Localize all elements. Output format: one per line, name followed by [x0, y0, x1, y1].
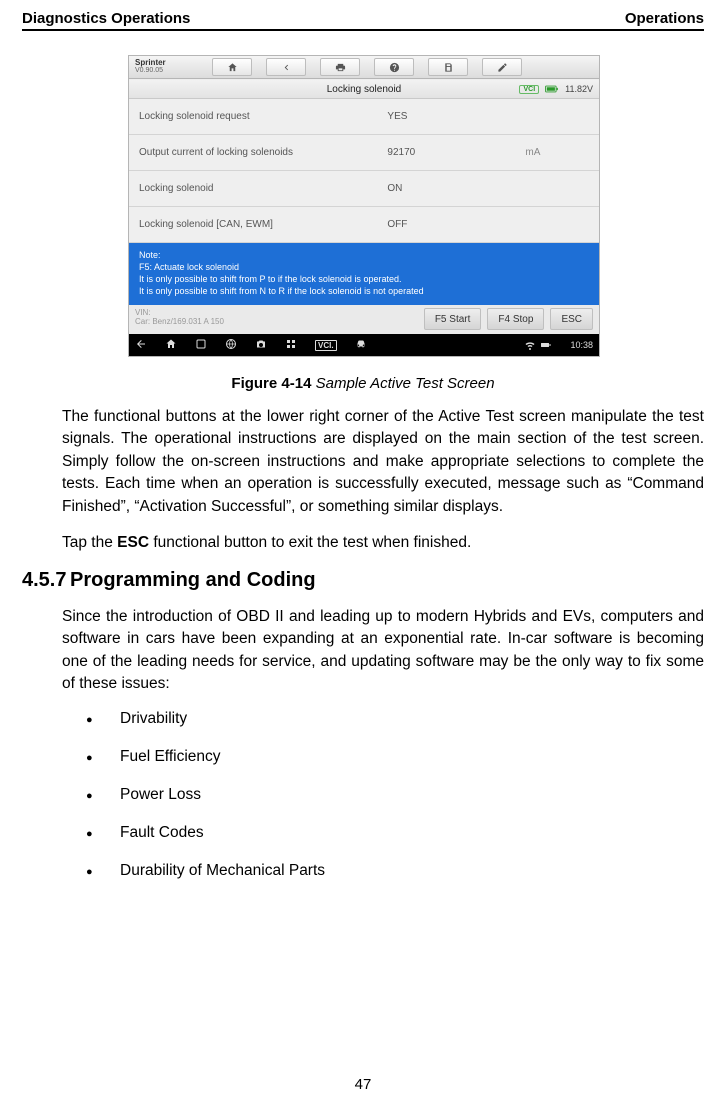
body-paragraph-2: Tap the ESC functional button to exit th… — [62, 532, 704, 554]
nav-home-icon[interactable] — [165, 338, 177, 353]
row-value: ON — [387, 183, 525, 194]
battery-status-icon — [540, 339, 552, 351]
nav-car-icon[interactable] — [355, 338, 367, 353]
note-panel: Note: F5: Actuate lock solenoid It is on… — [129, 243, 599, 305]
data-row: Locking solenoid ON — [129, 171, 599, 207]
vehicle-brand: Sprinter V0.90.05 — [129, 59, 203, 75]
bullet-item: Durability of Mechanical Parts — [86, 862, 704, 882]
help-icon[interactable] — [374, 58, 414, 76]
row-label: Locking solenoid — [129, 183, 387, 194]
status-icons — [524, 339, 552, 351]
brand-name: Sprinter — [135, 59, 203, 67]
section-number: 4.5.7 — [22, 569, 70, 592]
nav-vci-icon[interactable]: VCI. — [315, 340, 337, 351]
toolbar-icons — [203, 58, 531, 76]
para2-bold: ESC — [117, 534, 149, 551]
bullet-item: Fuel Efficiency — [86, 748, 704, 768]
device-screen: Sprinter V0.90.05 Locking solenoid VCI — [128, 55, 600, 357]
section-title: Programming and Coding — [70, 569, 316, 592]
row-label: Output current of locking solenoids — [129, 147, 387, 158]
f5-start-button[interactable]: F5 Start — [424, 308, 482, 330]
figure-4-14: Sprinter V0.90.05 Locking solenoid VCI — [128, 55, 598, 357]
nav-recent-icon[interactable] — [195, 338, 207, 353]
data-row: Locking solenoid [CAN, EWM] OFF — [129, 207, 599, 243]
bullet-item: Drivability — [86, 710, 704, 730]
battery-icon — [545, 85, 559, 93]
para2-pre: Tap the — [62, 534, 117, 551]
data-row: Locking solenoid request YES — [129, 99, 599, 135]
figure-caption: Figure 4-14 Sample Active Test Screen — [22, 375, 704, 392]
row-label: Locking solenoid request — [129, 111, 387, 122]
note-title: Note: — [139, 249, 589, 261]
row-unit: mA — [525, 147, 599, 158]
data-row: Output current of locking solenoids 9217… — [129, 135, 599, 171]
save-icon[interactable] — [428, 58, 468, 76]
note-line: It is only possible to shift from P to i… — [139, 273, 589, 285]
f4-stop-button[interactable]: F4 Stop — [487, 308, 544, 330]
edit-icon[interactable] — [482, 58, 522, 76]
nav-back-icon[interactable] — [135, 338, 147, 353]
brand-version: V0.90.05 — [135, 67, 203, 75]
row-value: 92170 — [387, 147, 525, 158]
nav-camera-icon[interactable] — [255, 338, 267, 353]
clock: 10:38 — [570, 340, 593, 350]
wifi-icon — [524, 339, 536, 351]
caption-number: Figure 4-14 — [231, 375, 311, 392]
bullet-item: Power Loss — [86, 786, 704, 806]
note-line: It is only possible to shift from N to R… — [139, 285, 589, 297]
body-paragraph-1: The functional buttons at the lower righ… — [62, 406, 704, 518]
bullet-list: Drivability Fuel Efficiency Power Loss F… — [62, 710, 704, 882]
home-icon[interactable] — [212, 58, 252, 76]
screen-title-bar: Locking solenoid VCI 11.82V — [129, 79, 599, 99]
system-navbar: VCI. 10:38 — [129, 334, 599, 356]
body-paragraph-3: Since the introduction of OBD II and lea… — [62, 606, 704, 696]
esc-button[interactable]: ESC — [550, 308, 593, 330]
nav-apps-icon[interactable] — [285, 338, 297, 353]
vin-bar: VIN: Car: Benz/169.031 A 150 F5 Start F4… — [129, 305, 599, 334]
section-heading: 4.5.7 Programming and Coding — [22, 569, 704, 592]
bullet-item: Fault Codes — [86, 824, 704, 844]
print-icon[interactable] — [320, 58, 360, 76]
para2-post: functional button to exit the test when … — [149, 534, 471, 551]
caption-text: Sample Active Test Screen — [311, 375, 494, 392]
row-value: YES — [387, 111, 525, 122]
row-value: OFF — [387, 219, 525, 230]
header-left: Diagnostics Operations — [22, 10, 190, 27]
voltage-reading: 11.82V — [565, 84, 593, 94]
device-toolbar: Sprinter V0.90.05 — [129, 56, 599, 79]
row-label: Locking solenoid [CAN, EWM] — [129, 219, 387, 230]
running-header: Diagnostics Operations Operations — [22, 10, 704, 31]
header-right: Operations — [625, 10, 704, 27]
back-arrow-icon[interactable] — [266, 58, 306, 76]
note-line: F5: Actuate lock solenoid — [139, 261, 589, 273]
nav-browser-icon[interactable] — [225, 338, 237, 353]
page-number: 47 — [0, 1076, 726, 1093]
vci-badge: VCI — [519, 85, 539, 94]
